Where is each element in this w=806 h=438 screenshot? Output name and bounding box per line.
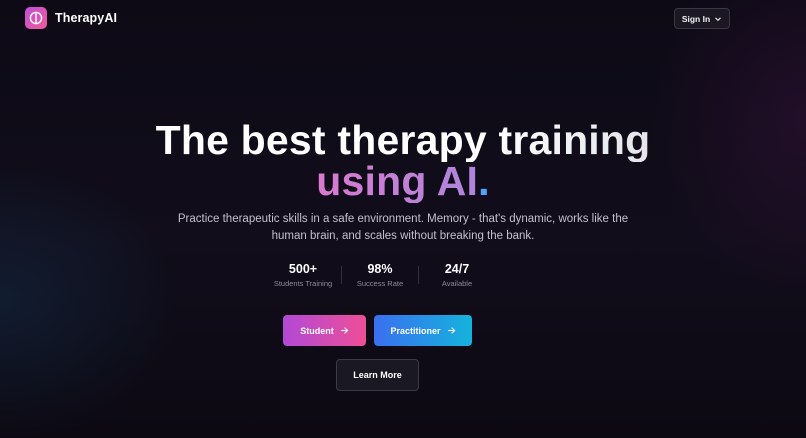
hero-title-line2: using AI.	[0, 159, 806, 203]
stat-label: Success Rate	[356, 279, 404, 288]
sign-in-label: Sign In	[681, 13, 711, 24]
hero-title-highlight: using AI	[316, 158, 479, 204]
stat-value: 98%	[367, 262, 393, 276]
chevron-down-icon	[714, 15, 722, 23]
stat-availability: 24/7 Available	[419, 262, 495, 288]
learn-more-button[interactable]: Learn More	[336, 359, 419, 391]
hero-title-dot: .	[478, 158, 490, 204]
app-name: TherapyAI	[55, 11, 118, 25]
stat-label: Students Training	[273, 279, 333, 288]
arrow-right-icon	[340, 326, 349, 335]
brain-circle-icon	[25, 7, 47, 29]
stat-students: 500+ Students Training	[265, 262, 341, 288]
hero-subtitle: Practice therapeutic skills in a safe en…	[177, 213, 629, 242]
student-button[interactable]: Student	[283, 315, 366, 346]
stats-row: 500+ Students Training 98% Success Rate …	[265, 262, 495, 292]
arrow-right-icon	[447, 326, 456, 335]
logo[interactable]: TherapyAI	[25, 7, 117, 29]
learn-more-label: Learn More	[353, 370, 402, 380]
student-button-label: Student	[300, 325, 334, 336]
practitioner-button[interactable]: Practitioner	[374, 315, 472, 346]
stat-label: Available	[441, 279, 473, 288]
hero-title-line1: The best therapy training	[0, 118, 806, 162]
stat-value: 500+	[288, 262, 318, 276]
sign-in-button[interactable]: Sign In	[674, 8, 730, 29]
practitioner-button-label: Practitioner	[390, 325, 441, 336]
stat-value: 24/7	[444, 262, 470, 276]
hero-title: The best therapy training using AI.	[0, 118, 806, 203]
stat-success-rate: 98% Success Rate	[342, 262, 418, 288]
